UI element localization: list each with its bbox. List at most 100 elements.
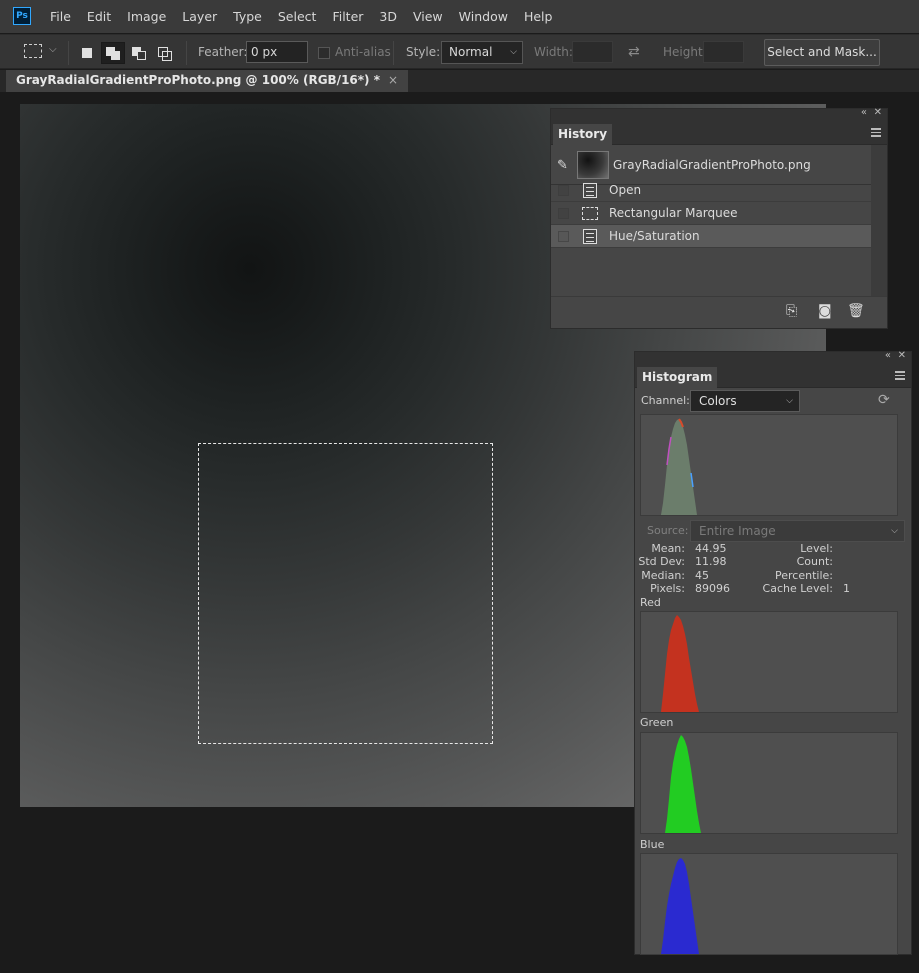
document-tab[interactable]: GrayRadialGradientProPhoto.png @ 100% (R… [6,70,409,92]
red-histogram-shape [661,615,699,712]
menu-filter[interactable]: Filter [324,9,371,24]
menu-edit[interactable]: Edit [79,9,119,24]
histogram-graph-green [640,732,898,834]
divider [68,41,69,65]
close-panel-icon[interactable]: ✕ [874,107,882,118]
history-state-label: Rectangular Marquee [609,206,738,220]
options-bar: ⌵ Feather: 0 px Anti-alias Style: Normal… [0,34,919,69]
menu-bar: Ps File Edit Image Layer Type Select Fil… [0,0,919,33]
document-tab-title: GrayRadialGradientProPhoto.png @ 100% (R… [16,73,380,87]
document-icon [583,229,597,244]
history-state-hue-saturation[interactable]: Hue/Saturation [551,225,871,248]
green-histogram [665,735,701,833]
new-document-from-state-icon[interactable]: ⎘ [786,303,797,319]
history-brush-source-checkbox[interactable] [558,231,569,242]
chevron-down-icon: ⌵ [786,396,793,406]
select-and-mask-button[interactable]: Select and Mask... [764,39,880,66]
stddev-label: Std Dev: [638,555,685,568]
document-tab-bar: GrayRadialGradientProPhoto.png @ 100% (R… [0,70,919,92]
red-channel-label: Red [640,596,661,609]
pixels-label: Pixels: [650,582,685,595]
history-brush-icon[interactable]: ✎ [557,158,568,173]
height-label: Height: [663,45,707,59]
new-selection-button[interactable] [75,42,99,64]
panel-header-strip: « ✕ [635,350,911,364]
menu-image[interactable]: Image [119,9,174,24]
source-select[interactable]: Entire Image ⌵ [690,520,905,542]
refresh-icon[interactable]: ⟳ [878,392,890,408]
trash-icon[interactable]: 🗑 [847,303,865,319]
count-label: Count: [796,555,833,568]
selection-marquee[interactable] [198,443,493,744]
history-state-rectangular-marquee[interactable]: Rectangular Marquee [551,202,871,225]
history-footer: ⎘ ◙ 🗑 [551,296,887,328]
menu-select[interactable]: Select [270,9,325,24]
history-scrollbar[interactable] [871,145,887,297]
style-label: Style: [406,45,441,59]
history-state-label: Open [609,183,642,197]
histogram-panel: « ✕ Histogram Channel: Colors ⌵ ⟳ Source… [634,350,912,955]
tab-histogram[interactable]: Histogram [637,367,718,388]
menu-window[interactable]: Window [451,9,516,24]
chevron-down-icon: ⌵ [510,47,517,57]
history-state-open[interactable]: Open [551,179,871,202]
tab-history[interactable]: History [553,124,613,145]
histogram-graph-colors [640,414,898,516]
panel-menu-icon[interactable] [871,128,881,139]
menu-help[interactable]: Help [516,9,561,24]
close-panel-icon[interactable]: ✕ [898,350,906,361]
intersect-selection-button[interactable] [153,42,177,64]
anti-alias-label: Anti-alias [335,45,391,59]
blue-histogram-shape [661,858,699,954]
composite-histogram-shape [661,419,697,515]
width-input[interactable] [572,41,613,63]
divider [186,41,187,65]
menu-3d[interactable]: 3D [371,9,405,24]
feather-input[interactable]: 0 px [246,41,308,63]
menu-layer[interactable]: Layer [174,9,225,24]
mean-label: Mean: [651,542,685,555]
tool-preset-chevron-down-icon[interactable]: ⌵ [49,44,57,55]
marquee-icon [582,207,598,220]
history-brush-source-checkbox[interactable] [558,208,569,219]
source-label: Source: [647,524,689,537]
collapse-panel-icon[interactable]: « [885,350,891,361]
pixels-value: 89096 [695,582,730,595]
subtract-from-selection-button[interactable] [127,42,151,64]
cache-level-value: 1 [843,582,850,595]
history-state-label: Hue/Saturation [609,229,700,243]
chevron-down-icon: ⌵ [891,526,898,536]
document-icon [583,183,597,198]
style-select[interactable]: Normal ⌵ [441,41,523,64]
height-input[interactable] [703,41,744,63]
composite-histogram [661,418,697,515]
green-histogram-shape [665,735,701,833]
rectangular-marquee-tool-icon[interactable] [24,44,42,58]
snapshot-name: GrayRadialGradientProPhoto.png [613,158,811,172]
median-label: Median: [641,569,685,582]
cache-level-label: Cache Level: [762,582,833,595]
menu-file[interactable]: File [42,9,79,24]
history-brush-source-checkbox[interactable] [558,185,569,196]
swap-width-height-icon[interactable]: ⇄ [628,44,640,60]
menu-type[interactable]: Type [225,9,270,24]
camera-icon[interactable]: ◙ [818,303,832,319]
mean-value: 44.95 [695,542,727,555]
anti-alias-checkbox[interactable] [318,47,330,59]
collapse-panel-icon[interactable]: « [861,107,867,118]
median-value: 45 [695,569,709,582]
channel-select[interactable]: Colors ⌵ [690,390,800,412]
green-channel-label: Green [640,716,674,729]
add-to-selection-button[interactable] [101,42,125,64]
histogram-graph-red [640,611,898,713]
close-tab-icon[interactable]: × [388,73,398,87]
panel-menu-icon[interactable] [895,371,905,382]
blue-channel-label: Blue [640,838,665,851]
feather-label: Feather: [198,45,248,59]
history-panel: « ✕ History ✎ GrayRadialGradientProPhoto… [550,107,888,329]
menu-view[interactable]: View [405,9,451,24]
red-histogram [661,615,699,712]
photoshop-logo-icon[interactable]: Ps [13,7,31,25]
panel-tab-row: Histogram [635,364,911,388]
channel-select-value: Colors [699,394,737,408]
